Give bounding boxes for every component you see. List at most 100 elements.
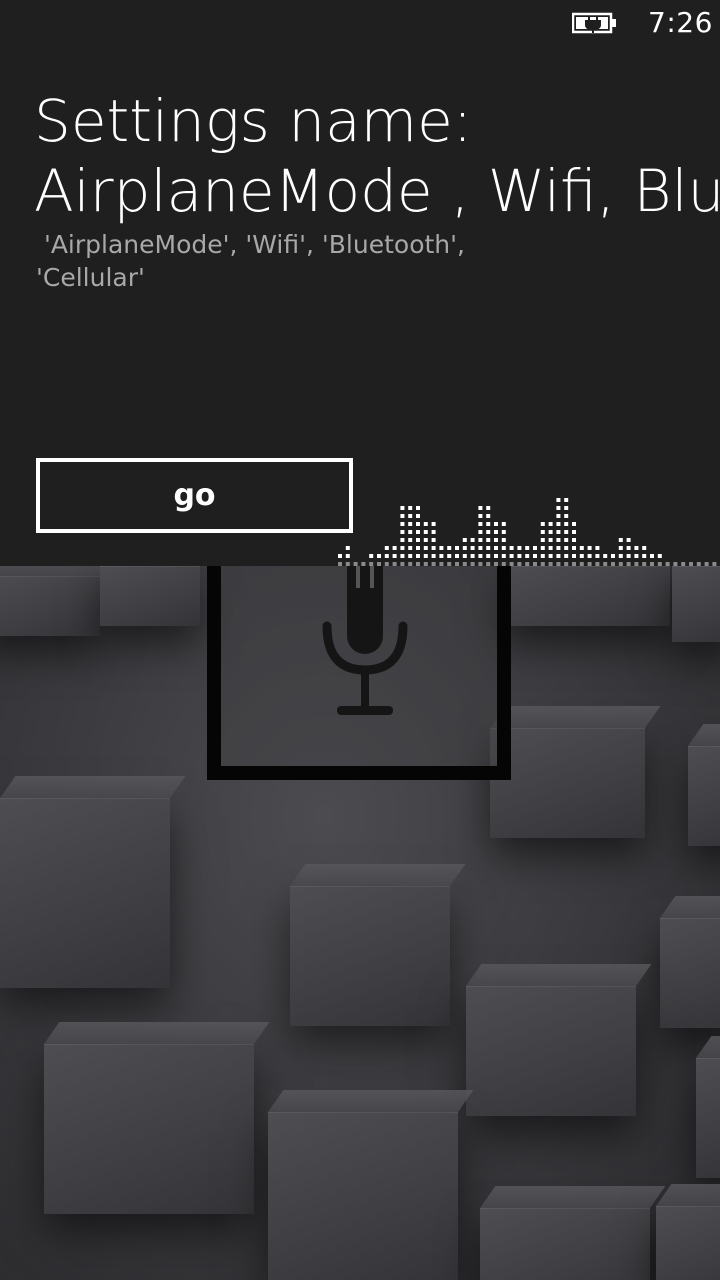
equalizer-dot [494,562,498,566]
equalizer-dot [478,538,483,542]
equalizer-dot [416,562,420,566]
equalizer-dot [634,554,639,558]
equalizer-dot [540,546,545,550]
equalizer-dot [579,562,584,566]
equalizer-dot [618,562,623,566]
equalizer-dot [712,562,717,566]
equalizer-dot [486,514,491,518]
equalizer-dot [501,522,506,526]
equalizer-dot [572,538,576,542]
equalizer-dot [548,546,553,550]
background-cube [0,576,100,636]
equalizer-dot [501,562,506,566]
equalizer-dot [587,554,592,558]
equalizer-dot [431,554,436,558]
settings-panel: 7:26 Settings name: AirplaneMode , Wifi,… [0,0,720,566]
equalizer-dot [626,546,631,550]
equalizer-dot [377,554,381,558]
equalizer-dot [618,546,623,550]
equalizer-dot [595,562,600,566]
equalizer-dot [408,554,413,558]
equalizer-dot [462,538,467,542]
equalizer-dot [548,562,553,566]
equalizer-dot [423,554,428,558]
equalizer-dot [704,562,709,566]
microphone-icon [322,566,408,715]
equalizer-dot [494,538,498,542]
equalizer-dot [338,562,342,566]
equalizer-dot [650,554,654,558]
equalizer-dot [525,554,530,558]
equalizer-dot [556,538,561,542]
equalizer-dot [416,522,420,526]
equalizer-dot [400,522,405,526]
equalizer-dot [392,562,397,566]
equalizer-dot [478,514,483,518]
equalizer-dot [400,562,405,566]
equalizer-dot [494,554,498,558]
equalizer-dot [634,546,639,550]
equalizer-dot [338,554,342,558]
equalizer-dot [416,554,420,558]
equalizer-dot [416,530,420,534]
equalizer-dot [556,506,561,510]
audio-level-equalizer [338,498,717,566]
equalizer-dot [564,530,569,534]
equalizer-dot [611,562,615,566]
equalizer-dot [478,522,483,526]
background-cube [100,566,200,626]
equalizer-dot [642,562,647,566]
background-cube [268,1112,458,1280]
equalizer-dot [501,538,506,542]
equalizer-dot [556,498,561,502]
microphone-button[interactable] [207,566,511,780]
equalizer-dot [400,506,405,510]
equalizer-dot [416,514,420,518]
equalizer-dot [408,514,413,518]
equalizer-dot [603,554,608,558]
equalizer-dot [408,538,413,542]
equalizer-dot [494,530,498,534]
status-bar: 7:26 [0,0,720,48]
equalizer-dot [400,546,405,550]
equalizer-dot [416,538,420,542]
equalizer-dot [345,546,350,550]
equalizer-dot [408,530,413,534]
equalizer-dot [665,562,670,566]
equalizer-dot [533,562,537,566]
equalizer-dot [681,562,686,566]
equalizer-dot [517,546,522,550]
equalizer-dot [361,562,366,566]
equalizer-dot [540,554,545,558]
equalizer-dot [525,546,530,550]
equalizer-dot [548,530,553,534]
background-cube [290,886,450,1026]
equalizer-dot [423,546,428,550]
go-button[interactable]: go [36,458,353,533]
equalizer-dot [470,546,475,550]
equalizer-dot [556,514,561,518]
background-cube [500,566,670,626]
equalizer-dot [579,546,584,550]
equalizer-dot [431,546,436,550]
equalizer-dot [501,530,506,534]
status-time: 7:26 [648,6,713,39]
equalizer-dot [587,546,592,550]
equalizer-dot [478,562,483,566]
equalizer-dot [439,562,444,566]
equalizer-dot [423,522,428,526]
equalizer-dot [572,522,576,526]
equalizer-dot [564,538,569,542]
screen: 7:26 Settings name: AirplaneMode , Wifi,… [0,0,720,1280]
background-cube [660,918,720,1028]
equalizer-dot [447,562,452,566]
equalizer-dot [439,554,444,558]
equalizer-dot [509,562,514,566]
background-cube [44,1044,254,1214]
equalizer-dot [470,562,475,566]
equalizer-dot [501,546,506,550]
equalizer-dot [431,538,436,542]
equalizer-dot [408,562,413,566]
equalizer-dot [455,546,459,550]
equalizer-dot [462,554,467,558]
